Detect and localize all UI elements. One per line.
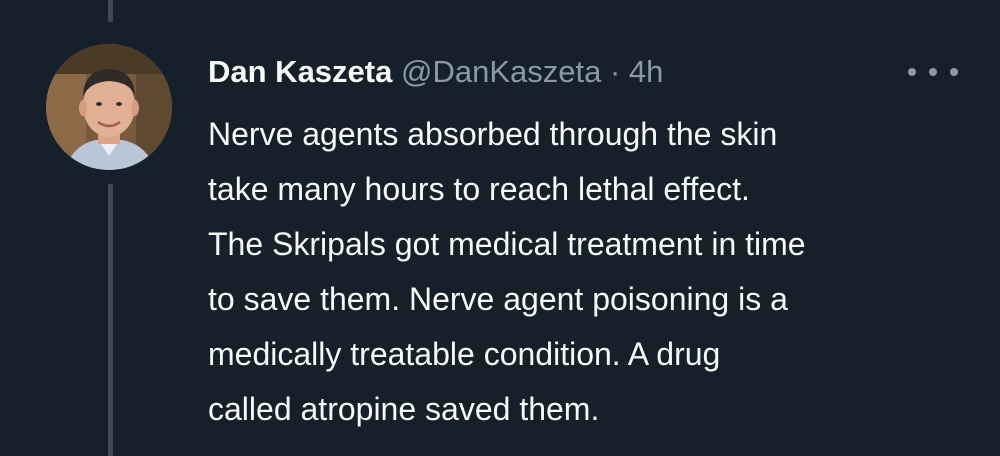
thread-line-top: [108, 0, 113, 22]
more-dot: [929, 68, 937, 76]
more-dot: [950, 68, 958, 76]
tweet-text-line: medically treatable condition. A drug: [208, 336, 721, 372]
header-separator: ·: [609, 54, 621, 89]
tweet-header: Dan Kaszeta @DanKaszeta · 4h: [208, 52, 663, 92]
author-handle[interactable]: @DanKaszeta: [401, 54, 601, 89]
more-options-icon[interactable]: [908, 60, 958, 84]
author-avatar[interactable]: [46, 44, 172, 170]
tweet-text: Nerve agents absorbed through the skin t…: [208, 107, 968, 437]
tweet-text-line: to save them. Nerve agent poisoning is a: [208, 281, 788, 317]
tweet-text-line: called atropine saved them.: [208, 391, 600, 427]
tweet-timestamp[interactable]: 4h: [629, 54, 663, 89]
tweet-text-line: Nerve agents absorbed through the skin: [208, 116, 778, 152]
tweet-card[interactable]: Dan Kaszeta @DanKaszeta · 4h Nerve agent…: [0, 0, 1000, 456]
thread-line-bottom: [108, 184, 113, 456]
more-dot: [908, 68, 916, 76]
user-avatar-icon: [46, 44, 172, 170]
tweet-text-line: The Skripals got medical treatment in ti…: [208, 226, 806, 262]
tweet-text-line: take many hours to reach lethal effect.: [208, 171, 750, 207]
author-name[interactable]: Dan Kaszeta: [208, 54, 392, 89]
